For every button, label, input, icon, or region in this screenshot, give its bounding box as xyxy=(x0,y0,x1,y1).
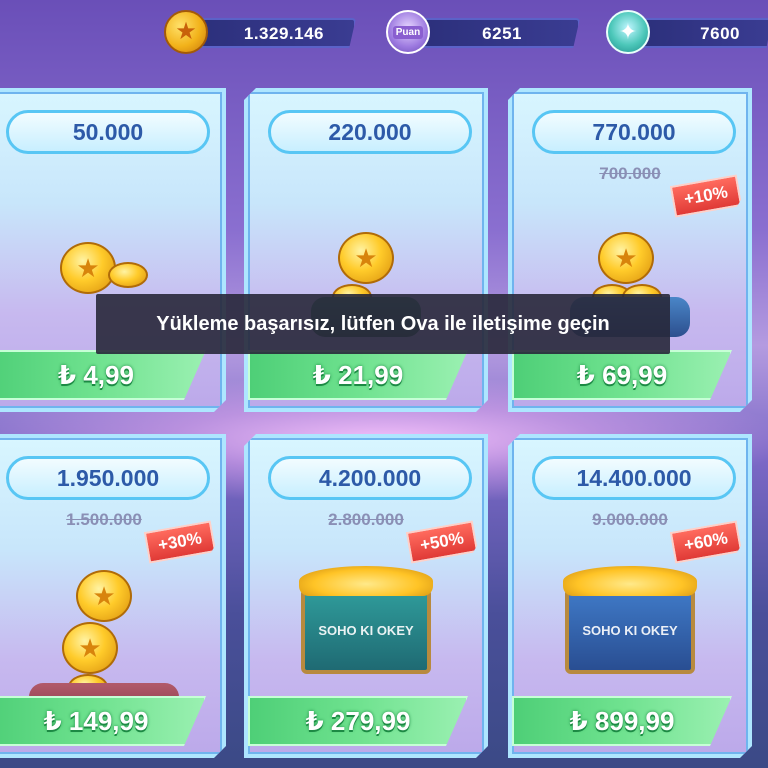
gem-balance-value: 7600 xyxy=(700,24,740,43)
price-button[interactable]: ₺ 899,99 xyxy=(512,696,732,746)
product-amount: 770.000 xyxy=(532,110,736,154)
coin-icon: ★ xyxy=(164,10,208,54)
blue-treasure-chest-icon: SOHO KI OKEY xyxy=(512,588,748,674)
product-card-4[interactable]: 1.950.000 1.500.000 +30% ★ ★ ₺ 149,99 xyxy=(0,434,226,758)
product-card-3[interactable]: 770.000 700.000 +10% ★ ₺ 69,99 xyxy=(508,88,752,412)
error-toast: Yükleme başarısız, lütfen Ova ile iletiş… xyxy=(96,294,670,354)
coin-balance-value: 1.329.146 xyxy=(243,24,324,43)
price-button[interactable]: ₺ 279,99 xyxy=(248,696,468,746)
product-amount: 4.200.000 xyxy=(268,456,472,500)
gem-balance-box: 7600 xyxy=(632,18,768,48)
product-amount: 1.950.000 xyxy=(6,456,210,500)
error-toast-message: Yükleme başarısız, lütfen Ova ile iletiş… xyxy=(156,312,610,335)
coin-balance-box: 1.329.146 xyxy=(186,18,356,48)
product-amount: 14.400.000 xyxy=(532,456,736,500)
product-card-5[interactable]: 4.200.000 2.800.000 +50% SOHO KI OKEY ₺ … xyxy=(244,434,488,758)
price-button[interactable]: ₺ 149,99 xyxy=(0,696,206,746)
puan-balance-box: 6251 xyxy=(410,18,580,48)
price-button[interactable]: ₺ 21,99 xyxy=(248,350,468,400)
product-card-1[interactable]: 50.000 ★ ₺ 4,99 xyxy=(0,88,226,412)
price-button[interactable]: ₺ 69,99 xyxy=(512,350,732,400)
chest-brand-label: SOHO KI OKEY xyxy=(318,622,414,638)
resource-bar: 1.329.146 ★ 6251 Puan 7600 ✦ xyxy=(0,0,768,64)
puan-balance-value: 6251 xyxy=(482,24,522,43)
gem-icon: ✦ xyxy=(606,10,650,54)
puan-badge-icon: Puan xyxy=(386,10,430,54)
product-amount: 220.000 xyxy=(268,110,472,154)
teal-treasure-chest-icon: SOHO KI OKEY xyxy=(248,588,484,674)
puan-badge-label: Puan xyxy=(392,25,424,39)
product-card-2[interactable]: 220.000 ★ ₺ 21,99 xyxy=(244,88,488,412)
chest-brand-label: SOHO KI OKEY xyxy=(582,622,678,638)
product-card-6[interactable]: 14.400.000 9.000.000 +60% SOHO KI OKEY ₺… xyxy=(508,434,752,758)
price-button[interactable]: ₺ 4,99 xyxy=(0,350,206,400)
coin-stack-icon: ★ xyxy=(0,242,222,294)
product-amount: 50.000 xyxy=(6,110,210,154)
